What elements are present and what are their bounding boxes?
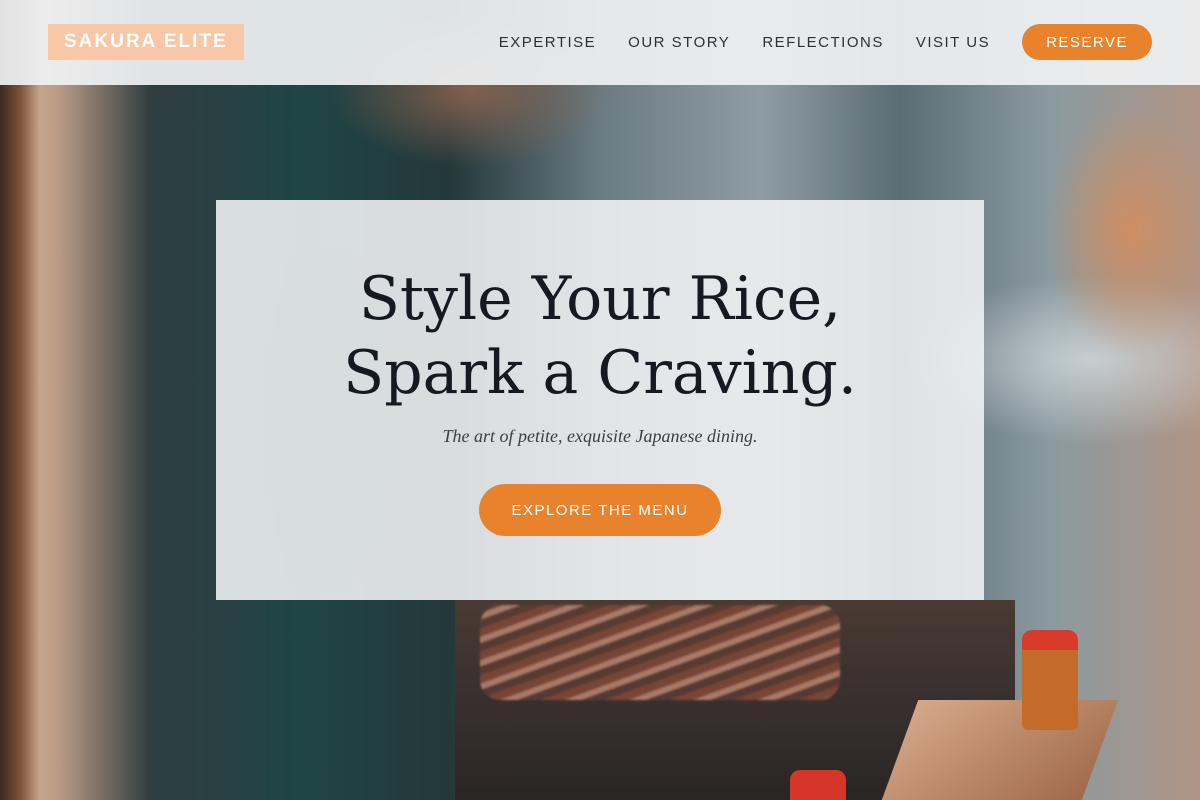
nav-link-expertise[interactable]: EXPERTISE (499, 34, 596, 51)
brand-logo[interactable]: SAKURA ELITE (48, 24, 244, 60)
hero-subtitle: The art of petite, exquisite Japanese di… (442, 426, 758, 446)
tray-image-detail (881, 700, 1119, 800)
top-navigation-bar: SAKURA ELITE EXPERTISE OUR STORY REFLECT… (0, 0, 1200, 85)
reserve-button[interactable]: RESERVE (1022, 24, 1152, 60)
sauce-bottle-image-detail (1022, 630, 1078, 730)
nav-link-visit-us[interactable]: VISIT US (916, 34, 990, 51)
nav-link-our-story[interactable]: OUR STORY (628, 34, 730, 51)
nav-link-reflections[interactable]: REFLECTIONS (762, 34, 884, 51)
hero-card: Style Your Rice, Spark a Craving. The ar… (216, 200, 984, 600)
skewers-image-detail (480, 605, 840, 700)
sauce-cup-image-detail (790, 770, 846, 800)
hero-title: Style Your Rice, Spark a Craving. (343, 264, 857, 408)
main-nav: EXPERTISE OUR STORY REFLECTIONS VISIT US… (499, 24, 1152, 60)
explore-menu-button[interactable]: EXPLORE THE MENU (479, 484, 721, 536)
